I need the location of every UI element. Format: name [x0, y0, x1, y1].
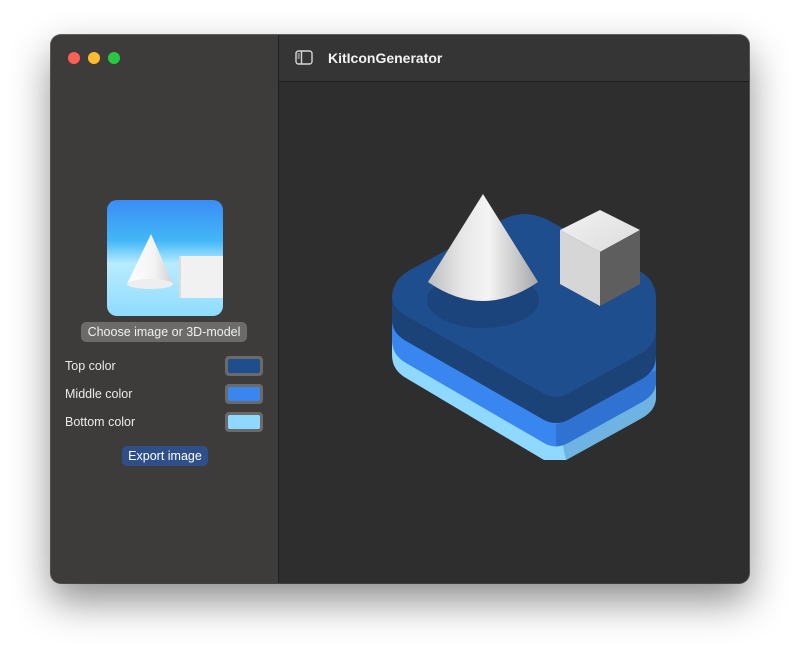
- preview-canvas: [279, 82, 749, 583]
- middle-color-label: Middle color: [65, 387, 133, 401]
- top-color-label: Top color: [65, 359, 116, 373]
- sidebar-toggle-icon[interactable]: [295, 50, 313, 70]
- choose-model-button[interactable]: Choose image or 3D-model: [81, 322, 247, 342]
- bottom-color-row: Bottom color: [65, 412, 263, 434]
- top-color-row: Top color: [65, 356, 263, 378]
- toolbar: KitIconGenerator: [279, 35, 749, 82]
- top-color-well[interactable]: [225, 356, 263, 376]
- export-image-button[interactable]: Export image: [122, 446, 208, 466]
- model-preview-thumbnail[interactable]: [107, 200, 223, 316]
- window-title: KitIconGenerator: [328, 50, 443, 66]
- middle-color-well[interactable]: [225, 384, 263, 404]
- sidebar: Choose image or 3D-model Top color Middl…: [51, 35, 279, 583]
- app-window: Choose image or 3D-model Top color Middl…: [51, 35, 749, 583]
- bottom-color-well[interactable]: [225, 412, 263, 432]
- cone-cube-thumbnail-icon: [127, 234, 223, 298]
- window-controls: [68, 52, 120, 64]
- close-button[interactable]: [68, 52, 80, 64]
- minimize-button[interactable]: [88, 52, 100, 64]
- zoom-button[interactable]: [108, 52, 120, 64]
- bottom-color-label: Bottom color: [65, 415, 136, 429]
- 3d-layered-icon: [392, 194, 656, 460]
- middle-color-row: Middle color: [65, 384, 263, 406]
